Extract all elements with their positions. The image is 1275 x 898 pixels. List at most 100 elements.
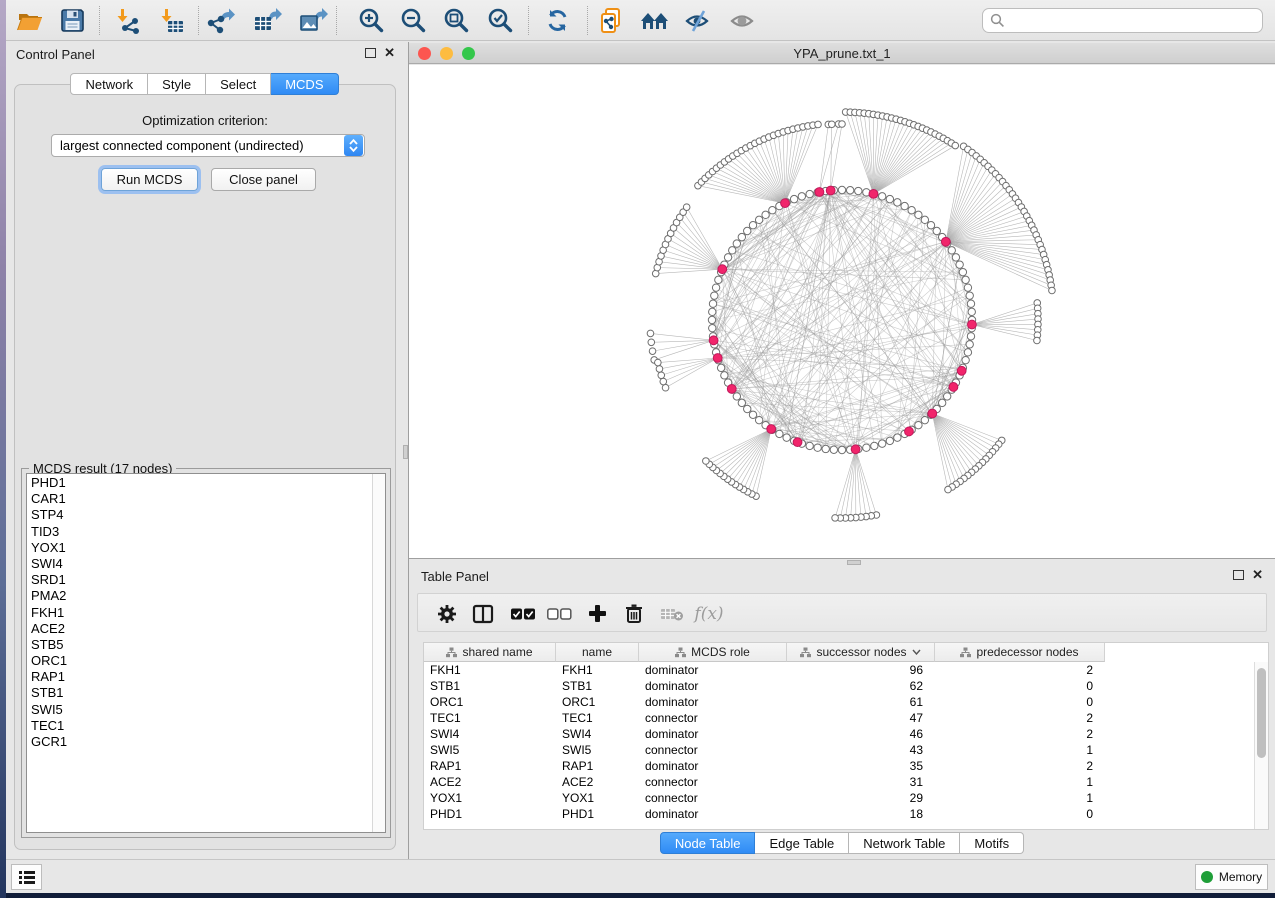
splitter-grip[interactable] — [403, 445, 408, 459]
zoom-selected-icon[interactable] — [483, 4, 517, 37]
mcds-tab-panel: Optimization criterion: largest connecte… — [14, 84, 396, 850]
search-input[interactable] — [1005, 14, 1262, 28]
node-table-header: shared namenameMCDS rolesuccessor nodesp… — [424, 643, 1254, 662]
import-table-icon[interactable] — [155, 4, 189, 37]
export-network-icon[interactable] — [203, 4, 237, 37]
mcds-result-item[interactable]: YOX1 — [27, 540, 372, 556]
cytoscape-window: Control Panel ✕ NetworkStyleSelectMCDS O… — [6, 0, 1275, 893]
control-panel-tabs: NetworkStyleSelectMCDS — [6, 73, 403, 95]
mcds-result-item[interactable]: PMA2 — [27, 588, 372, 604]
table-row[interactable]: SWI4SWI4dominator462 — [424, 726, 1254, 742]
table-row[interactable]: ORC1ORC1dominator610 — [424, 694, 1254, 710]
tree-icon — [675, 647, 686, 658]
mcds-result-item[interactable]: SWI4 — [27, 556, 372, 572]
search-icon — [990, 13, 1005, 28]
table-row[interactable]: PHD1PHD1dominator180 — [424, 806, 1254, 822]
mcds-result-item[interactable]: SRD1 — [27, 572, 372, 588]
zoom-in-icon[interactable] — [354, 4, 388, 37]
table-row[interactable]: RAP1RAP1dominator352 — [424, 758, 1254, 774]
mcds-list-scrollbar[interactable] — [372, 474, 385, 832]
mcds-result-item[interactable]: TID3 — [27, 524, 372, 540]
delete-columns-icon[interactable] — [619, 600, 649, 627]
tab-select[interactable]: Select — [206, 73, 271, 95]
mcds-result-item[interactable]: SWI5 — [27, 702, 372, 718]
add-column-icon[interactable] — [582, 600, 612, 627]
table-row[interactable]: STB1STB1dominator620 — [424, 678, 1254, 694]
optimization-criterion-select[interactable]: largest connected component (undirected) — [51, 134, 365, 157]
refresh-icon[interactable] — [540, 4, 574, 37]
column-header-successor-nodes[interactable]: successor nodes — [787, 643, 935, 662]
tab-network-table[interactable]: Network Table — [849, 832, 960, 854]
table-toolbar: f(x) — [417, 593, 1267, 632]
zoom-fit-icon[interactable] — [439, 4, 473, 37]
float-panel-icon[interactable] — [365, 48, 376, 58]
close-panel-button[interactable]: Close panel — [211, 168, 316, 191]
first-neighbors-icon[interactable] — [638, 4, 672, 37]
show-graphics-details-icon[interactable] — [726, 4, 760, 37]
split-panel-icon[interactable] — [468, 600, 498, 627]
network-canvas[interactable] — [409, 65, 1275, 558]
run-mcds-button[interactable]: Run MCDS — [101, 168, 198, 191]
mcds-result-item[interactable]: FKH1 — [27, 605, 372, 621]
column-header-name[interactable]: name — [556, 643, 639, 662]
memory-label: Memory — [1219, 870, 1262, 884]
unselect-all-columns-icon[interactable] — [544, 600, 574, 627]
mcds-result-item[interactable]: ORC1 — [27, 653, 372, 669]
mcds-result-item[interactable]: GCR1 — [27, 734, 372, 750]
mcds-result-group: MCDS result (17 nodes) PHD1CAR1STP4TID3Y… — [21, 468, 391, 838]
column-settings-icon[interactable] — [432, 600, 462, 627]
column-header-predecessor-nodes[interactable]: predecessor nodes — [935, 643, 1105, 662]
task-history-button[interactable] — [11, 864, 42, 890]
tab-mcds[interactable]: MCDS — [271, 73, 338, 95]
mcds-result-item[interactable]: STB5 — [27, 637, 372, 653]
dropdown-stepper-icon — [344, 135, 363, 156]
table-scrollbar[interactable] — [1254, 662, 1268, 829]
save-session-icon[interactable] — [55, 4, 89, 37]
column-header-MCDS-role[interactable]: MCDS role — [639, 643, 787, 662]
memory-status-icon — [1201, 871, 1213, 883]
table-row[interactable]: YOX1YOX1connector291 — [424, 790, 1254, 806]
horizontal-splitter[interactable] — [409, 558, 1275, 565]
node-table: shared namenameMCDS rolesuccessor nodesp… — [423, 642, 1269, 830]
mcds-result-item[interactable]: CAR1 — [27, 491, 372, 507]
tab-edge-table[interactable]: Edge Table — [755, 832, 849, 854]
column-header-shared-name[interactable]: shared name — [424, 643, 556, 662]
table-row[interactable]: TEC1TEC1connector472 — [424, 710, 1254, 726]
memory-button[interactable]: Memory — [1195, 864, 1268, 890]
import-network-icon[interactable] — [111, 4, 145, 37]
mcds-result-item[interactable]: STB1 — [27, 685, 372, 701]
close-panel-icon[interactable]: ✕ — [1252, 570, 1263, 580]
optimization-criterion-label: Optimization criterion: — [15, 113, 395, 128]
table-panel-tabs: Node TableEdge TableNetwork TableMotifs — [409, 832, 1275, 854]
float-panel-icon[interactable] — [1233, 570, 1244, 580]
mcds-result-item[interactable]: RAP1 — [27, 669, 372, 685]
mcds-result-item[interactable]: PHD1 — [27, 475, 372, 491]
table-scrollbar-thumb[interactable] — [1257, 668, 1266, 758]
open-file-icon[interactable] — [13, 4, 47, 37]
zoom-out-icon[interactable] — [396, 4, 430, 37]
table-row[interactable]: SWI5SWI5connector431 — [424, 742, 1254, 758]
clone-network-icon[interactable] — [594, 4, 628, 37]
selected-criterion: largest connected component (undirected) — [52, 138, 344, 153]
export-table-icon[interactable] — [250, 4, 284, 37]
toolbar-separator — [336, 6, 337, 35]
mcds-result-item[interactable]: ACE2 — [27, 621, 372, 637]
mcds-result-item[interactable]: TEC1 — [27, 718, 372, 734]
close-panel-icon[interactable]: ✕ — [384, 48, 395, 58]
tab-network[interactable]: Network — [70, 73, 148, 95]
main-toolbar — [6, 0, 1275, 41]
tab-style[interactable]: Style — [148, 73, 206, 95]
fx-label: f(x) — [694, 604, 723, 624]
tab-node-table[interactable]: Node Table — [660, 832, 756, 854]
table-row[interactable]: FKH1FKH1dominator962 — [424, 662, 1254, 678]
toolbar-separator — [587, 6, 588, 35]
network-view-titlebar: YPA_prune.txt_1 — [409, 43, 1275, 64]
toolbar-separator — [528, 6, 529, 35]
select-all-columns-icon[interactable] — [508, 600, 538, 627]
hide-graphics-details-icon[interactable] — [681, 4, 715, 37]
function-builder-icon: f(x) — [690, 600, 728, 627]
mcds-result-item[interactable]: STP4 — [27, 507, 372, 523]
table-row[interactable]: ACE2ACE2connector311 — [424, 774, 1254, 790]
tab-motifs[interactable]: Motifs — [960, 832, 1024, 854]
export-image-icon[interactable] — [296, 4, 330, 37]
